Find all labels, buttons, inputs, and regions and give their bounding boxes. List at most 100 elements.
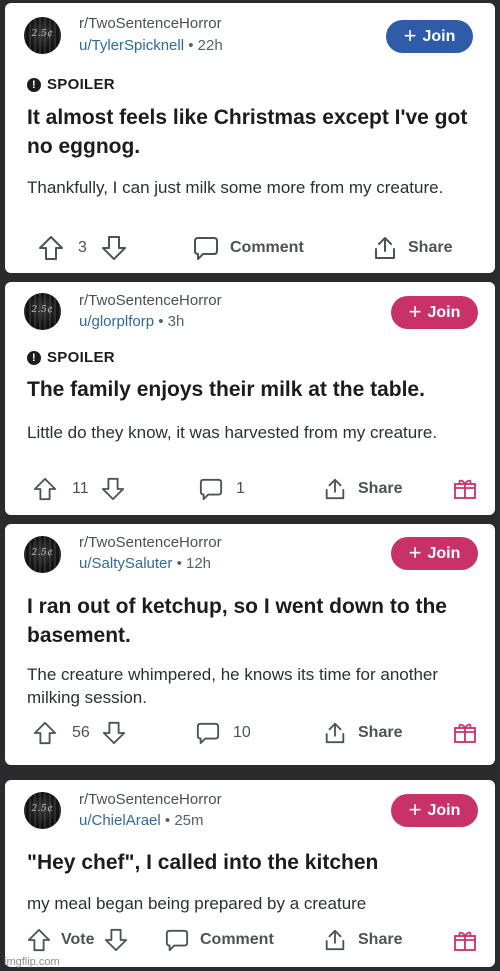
plus-icon: +	[403, 22, 417, 48]
subreddit-name[interactable]: r/TwoSentenceHorror	[79, 534, 222, 551]
gift-award-icon[interactable]	[453, 928, 477, 952]
comment-button[interactable]: Comment	[193, 235, 304, 261]
join-button[interactable]: + Join	[391, 537, 478, 570]
share-button[interactable]: Share	[323, 721, 402, 745]
post-title[interactable]: "Hey chef", I called into the kitchen	[27, 848, 477, 877]
share-label: Share	[358, 480, 403, 497]
plus-icon: +	[408, 539, 422, 565]
post-meta: u/SaltySaluter • 12h	[79, 555, 211, 572]
comment-button[interactable]: 10	[196, 721, 251, 745]
comment-button[interactable]: Comment	[165, 928, 274, 952]
share-label: Share	[358, 931, 403, 948]
post-card[interactable]: 2.5¢ r/TwoSentenceHorror u/TylerSpicknel…	[5, 3, 495, 273]
join-label: Join	[427, 801, 461, 819]
post-age: 25m	[174, 812, 204, 829]
join-button[interactable]: + Join	[391, 794, 478, 827]
separator-dot: •	[176, 555, 186, 572]
post-card[interactable]: 2.5¢ r/TwoSentenceHorror u/ChielArael • …	[5, 780, 495, 967]
post-age: 3h	[167, 313, 185, 330]
subreddit-avatar[interactable]: 2.5¢	[24, 293, 61, 330]
gift-award-icon[interactable]	[453, 476, 477, 500]
subreddit-name[interactable]: r/TwoSentenceHorror	[79, 791, 222, 808]
arrow-down-icon[interactable]	[101, 235, 127, 261]
join-button[interactable]: + Join	[386, 20, 473, 53]
avatar-text: 2.5¢	[31, 548, 54, 558]
vote-bar: 56	[33, 721, 126, 745]
share-label: Share	[358, 724, 403, 741]
vote-bar: 11	[33, 477, 125, 501]
comment-count: 10	[233, 724, 251, 741]
share-icon	[325, 722, 345, 744]
subreddit-avatar[interactable]: 2.5¢	[24, 792, 61, 829]
separator-dot: •	[164, 812, 175, 829]
comment-count: 1	[236, 480, 245, 497]
spoiler-tag: ! SPOILER	[27, 349, 115, 366]
username[interactable]: u/SaltySaluter	[79, 555, 172, 572]
arrow-up-icon[interactable]	[38, 235, 64, 261]
comment-bubble-icon	[196, 722, 220, 745]
exclamation-circle-icon: !	[27, 350, 41, 365]
vote-label: Vote	[61, 931, 95, 948]
arrow-down-icon[interactable]	[101, 477, 125, 501]
comment-label: Comment	[200, 931, 274, 948]
username[interactable]: u/ChielArael	[79, 812, 161, 829]
post-title[interactable]: I ran out of ketchup, so I went down to …	[27, 592, 477, 650]
post-body: Thankfully, I can just milk some more fr…	[27, 178, 444, 197]
share-button[interactable]: Share	[323, 477, 402, 501]
vote-count: 11	[72, 480, 89, 497]
comment-button[interactable]: 1	[199, 477, 245, 501]
spoiler-tag: ! SPOILER	[27, 76, 115, 93]
post-body: Little do they know, it was harvested fr…	[27, 423, 438, 442]
post-meta: u/glorplforp • 3h	[79, 313, 184, 330]
avatar-text: 2.5¢	[31, 305, 54, 315]
plus-icon: +	[408, 298, 422, 324]
comment-bubble-icon	[194, 237, 218, 260]
post-card[interactable]: 2.5¢ r/TwoSentenceHorror u/SaltySaluter …	[5, 524, 495, 765]
arrow-up-icon[interactable]	[33, 477, 57, 501]
vote-count: 3	[78, 239, 87, 256]
share-icon	[325, 929, 345, 951]
separator-dot: •	[188, 37, 198, 54]
share-button[interactable]: Share	[372, 235, 452, 261]
username[interactable]: u/glorplforp	[79, 313, 154, 330]
avatar-text: 2.5¢	[31, 29, 54, 39]
vote-bar: 3	[38, 235, 127, 261]
join-label: Join	[422, 27, 456, 45]
join-button[interactable]: + Join	[391, 296, 478, 329]
subreddit-avatar[interactable]: 2.5¢	[24, 536, 61, 573]
avatar-text: 2.5¢	[31, 804, 54, 814]
comment-label: Comment	[230, 239, 304, 256]
post-meta: u/ChielArael • 25m	[79, 812, 204, 829]
post-age: 22h	[197, 37, 223, 54]
post-meta: u/TylerSpicknell • 22h	[79, 37, 223, 54]
share-label: Share	[408, 239, 453, 256]
post-age: 12h	[185, 555, 212, 572]
plus-icon: +	[408, 796, 422, 822]
arrow-up-icon[interactable]	[33, 721, 57, 745]
post-title[interactable]: It almost feels like Christmas except I'…	[27, 103, 477, 161]
post-body: The creature whimpered, he knows its tim…	[27, 665, 439, 707]
spoiler-label: SPOILER	[47, 76, 115, 93]
arrow-down-icon[interactable]	[102, 721, 126, 745]
spoiler-label: SPOILER	[47, 349, 115, 366]
post-title[interactable]: The family enjoys their milk at the tabl…	[27, 375, 477, 404]
exclamation-circle-icon: !	[27, 77, 41, 92]
gift-award-icon[interactable]	[453, 720, 477, 744]
join-label: Join	[427, 303, 461, 321]
username[interactable]: u/TylerSpicknell	[79, 37, 184, 54]
post-body: my meal began being prepared by a creatu…	[27, 894, 367, 913]
vote-count: 56	[72, 724, 90, 741]
join-label: Join	[427, 544, 461, 562]
subreddit-name[interactable]: r/TwoSentenceHorror	[79, 292, 222, 309]
vote-bar: Vote	[27, 928, 128, 952]
share-button[interactable]: Share	[323, 928, 402, 952]
subreddit-name[interactable]: r/TwoSentenceHorror	[79, 15, 222, 32]
arrow-up-icon[interactable]	[27, 928, 51, 952]
post-card[interactable]: 2.5¢ r/TwoSentenceHorror u/glorplforp • …	[5, 282, 495, 515]
share-icon	[375, 237, 395, 259]
comment-bubble-icon	[165, 929, 189, 952]
arrow-down-icon[interactable]	[104, 928, 128, 952]
subreddit-avatar[interactable]: 2.5¢	[24, 17, 61, 54]
imgflip-watermark: imgflip.com	[4, 956, 60, 968]
comment-bubble-icon	[199, 478, 223, 501]
